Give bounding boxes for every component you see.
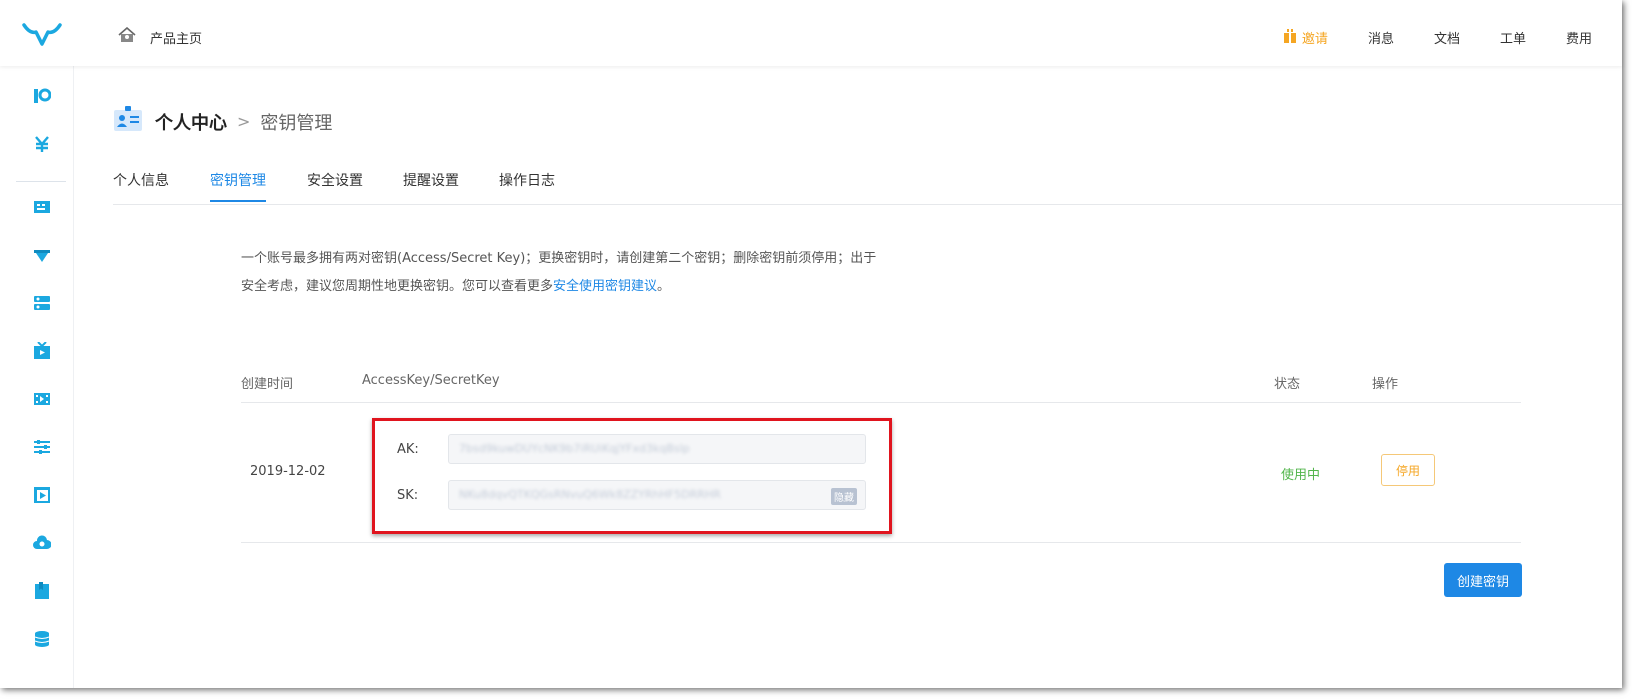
- media-icon[interactable]: [33, 486, 51, 504]
- ak-label: AK:: [397, 442, 419, 457]
- settings-sliders-icon[interactable]: [33, 438, 51, 456]
- ak-value: 7bsd9kuwDUYcNK9b7iRUiKqjYFxd3kqBslp: [459, 442, 690, 455]
- nav-messages[interactable]: 消息: [1368, 28, 1394, 47]
- nav-billing[interactable]: 费用: [1566, 28, 1592, 47]
- tab-bar: 个人信息 密钥管理 安全设置 提醒设置 操作日志: [113, 158, 1622, 205]
- bookmark-icon[interactable]: [33, 582, 51, 600]
- nav-docs[interactable]: 文档: [1434, 28, 1460, 47]
- gift-icon: [1283, 28, 1297, 47]
- security-advice-link[interactable]: 安全使用密钥建议: [553, 279, 657, 294]
- nav-tickets[interactable]: 工单: [1500, 28, 1526, 47]
- sidebar: [0, 66, 74, 688]
- breadcrumb: 个人中心 > 密钥管理: [113, 106, 332, 137]
- cdn-icon[interactable]: [33, 246, 51, 264]
- video-icon[interactable]: [33, 390, 51, 408]
- tab-reminder-settings[interactable]: 提醒设置: [403, 170, 459, 190]
- nav-invite[interactable]: 邀请: [1283, 28, 1328, 47]
- storage-icon[interactable]: [33, 294, 51, 312]
- column-header-status: 状态: [1274, 377, 1301, 392]
- sk-value: NKu8dqvQTKQGsRNvuQ6Wk8ZZYRhHF5DRRHR: [459, 488, 721, 501]
- product-home-link[interactable]: 产品主页: [118, 26, 203, 47]
- sk-label: SK:: [397, 488, 419, 503]
- create-key-button[interactable]: 创建密钥: [1444, 563, 1522, 597]
- sk-field[interactable]: NKu8dqvQTKQGsRNvuQ6Wk8ZZYRhHF5DRRHR 隐藏: [448, 480, 866, 510]
- tab-security-settings[interactable]: 安全设置: [307, 170, 363, 190]
- hide-sk-button[interactable]: 隐藏: [831, 488, 857, 505]
- analytics-icon[interactable]: [33, 87, 51, 105]
- table-row: 2019-12-02 AK: 7bsd9kuwDUYcNK9b7iRUiKqjY…: [241, 402, 1521, 543]
- tab-personal-info[interactable]: 个人信息: [113, 170, 169, 190]
- table-header: 创建时间 AccessKey/SecretKey 状态 操作: [241, 364, 1521, 403]
- top-nav: 邀请 消息 文档 工单 费用: [1283, 28, 1592, 47]
- breadcrumb-current[interactable]: 个人中心: [155, 109, 227, 135]
- home-icon: [118, 26, 136, 47]
- key-highlight-box: AK: 7bsd9kuwDUYcNK9b7iRUiKqjYFxd3kqBslp …: [372, 418, 892, 534]
- cloud-icon[interactable]: [33, 534, 51, 552]
- top-bar: 产品主页 邀请 消息 文档 工单 费用: [0, 0, 1622, 66]
- database-icon[interactable]: [33, 630, 51, 648]
- app-window: 产品主页 邀请 消息 文档 工单 费用 个人中心 > 密钥管理 个人信息 密钥管…: [0, 0, 1622, 688]
- column-header-created: 创建时间: [241, 377, 294, 392]
- ak-field[interactable]: 7bsd9kuwDUYcNK9b7iRUiKqjYFxd3kqBslp: [448, 434, 866, 464]
- notice-suffix: 。: [657, 279, 671, 294]
- id-card-icon: [113, 106, 143, 137]
- home-label: 产品主页: [150, 31, 203, 47]
- live-icon[interactable]: [33, 342, 51, 360]
- tab-operation-log[interactable]: 操作日志: [499, 170, 555, 190]
- sidebar-divider: [16, 181, 66, 182]
- nav-invite-label: 邀请: [1301, 32, 1328, 47]
- created-date: 2019-12-02: [250, 464, 326, 479]
- disable-key-button[interactable]: 停用: [1381, 454, 1435, 486]
- tab-key-management[interactable]: 密钥管理: [210, 170, 266, 190]
- yen-icon[interactable]: [33, 135, 51, 153]
- column-header-keys: AccessKey/SecretKey: [362, 373, 500, 388]
- active-tab-indicator: [210, 200, 266, 202]
- brand-logo-icon[interactable]: [22, 22, 62, 48]
- dashboard-icon[interactable]: [33, 198, 51, 216]
- breadcrumb-sub: 密钥管理: [260, 112, 333, 134]
- key-policy-notice: 一个账号最多拥有两对密钥(Access/Secret Key)；更换密钥时，请创…: [241, 245, 881, 301]
- status-badge: 使用中: [1281, 468, 1321, 483]
- breadcrumb-separator: >: [237, 112, 251, 131]
- column-header-actions: 操作: [1372, 377, 1399, 392]
